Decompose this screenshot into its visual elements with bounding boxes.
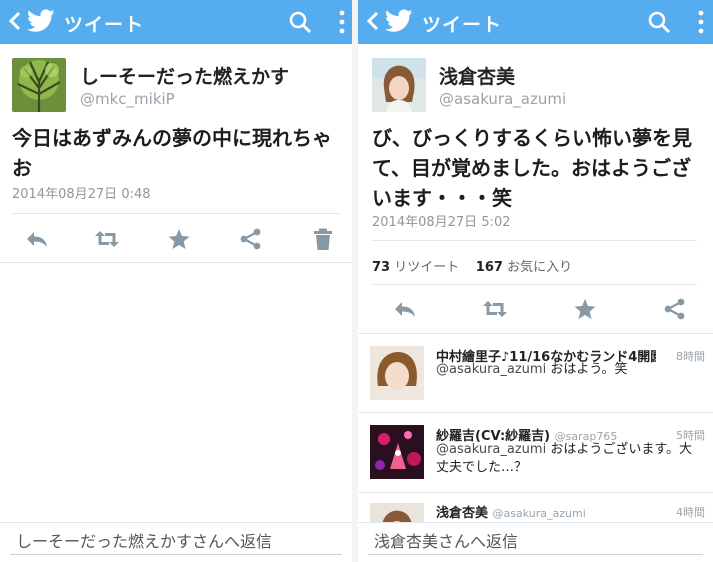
reply-button[interactable] [24, 227, 50, 251]
reply-avatar[interactable] [370, 503, 424, 523]
reply-avatar[interactable] [370, 346, 424, 400]
reply-bar [358, 522, 713, 562]
divider [372, 284, 697, 285]
twitter-bird-icon [385, 9, 413, 32]
reply-tweet[interactable]: 浅倉杏美 @asakura_azumi 4時間 [358, 493, 713, 523]
reply-tweet[interactable]: 紗羅吉(CV:紗羅吉) @sarap765 5時間 @asakura_azumi… [358, 413, 713, 491]
page-title: ツイート [422, 14, 503, 36]
reply-time: 4時間 [676, 506, 705, 519]
tweet-detail-panel-right: ツイート 浅倉杏美 @asakura_azumi び、びっくりするくらい怖い夢を… [358, 0, 713, 562]
delete-icon [314, 228, 332, 250]
tweet-text: 今日はあずみんの夢の中に現れちゃお [12, 126, 332, 180]
share-button[interactable] [238, 227, 264, 251]
reply-mention[interactable]: @asakura_azumi [436, 442, 546, 457]
favorite-icon [574, 299, 596, 319]
search-icon[interactable] [647, 10, 671, 34]
reply-author-handle[interactable]: @asakura_azumi [493, 507, 586, 520]
tweet-time: 0:48 [121, 187, 151, 202]
top-app-bar: ツイート [358, 0, 713, 44]
reply-text: @asakura_azumi おはよう。笑 [436, 362, 628, 377]
tweet-date: 2014年08月27日 [12, 187, 118, 202]
reply-button[interactable] [392, 297, 418, 321]
reply-icon [395, 302, 415, 317]
reply-icon [27, 232, 47, 247]
retweet-button[interactable] [94, 227, 120, 251]
author-avatar[interactable] [372, 58, 426, 112]
reply-input[interactable] [10, 529, 342, 555]
tweet-date: 2014年08月27日 [372, 215, 478, 230]
favorite-button[interactable] [166, 227, 192, 251]
author-display-name[interactable]: しーそーだった燃えかす [80, 62, 289, 89]
favorite-button[interactable] [572, 297, 598, 321]
share-button[interactable] [662, 297, 688, 321]
author-display-name[interactable]: 浅倉杏美 [439, 62, 515, 89]
tweet-stats: 73 リツイート 167 お気に入り [372, 256, 572, 275]
reply-text: @asakura_azumi おはようございます。大丈夫でした…？ [436, 442, 693, 475]
search-icon[interactable] [288, 10, 312, 34]
reply-author-name[interactable]: 浅倉杏美 @asakura_azumi [436, 502, 586, 521]
divider [372, 240, 697, 241]
tweet-timestamp: 2014年08月27日 5:02 [372, 211, 511, 230]
reply-tweet[interactable]: 中村繪里子♪11/16なかむランド4開園 8時間 @asakura_azumi … [358, 334, 713, 412]
reply-mention[interactable]: @asakura_azumi [436, 362, 546, 377]
favorite-icon [168, 229, 190, 249]
tweet-timestamp: 2014年08月27日 0:48 [12, 183, 151, 202]
reply-input[interactable] [368, 529, 703, 555]
reply-bar [0, 522, 352, 562]
page-title: ツイート [64, 14, 145, 36]
author-avatar[interactable] [12, 58, 66, 112]
retweet-icon [483, 301, 507, 317]
tweet-text: び、びっくりするくらい怖い夢を見て、目が覚めました。おはようございます・・・笑 [372, 126, 692, 210]
tweet-detail-panel-left: ツイート しーそーだった燃えかす @mkc_mikiP 今日はあずみんの夢の中に… [0, 0, 352, 562]
retweet-icon [95, 231, 119, 247]
retweets-stat[interactable]: 73 リツイート [372, 260, 459, 275]
author-handle[interactable]: @mkc_mikiP [80, 90, 175, 108]
author-handle[interactable]: @asakura_azumi [439, 90, 566, 108]
overflow-menu-icon[interactable] [338, 8, 346, 36]
favorites-stat[interactable]: 167 お気に入り [476, 260, 572, 275]
retweet-button[interactable] [482, 297, 508, 321]
divider [0, 262, 352, 263]
reply-avatar[interactable] [370, 425, 424, 479]
top-app-bar: ツイート [0, 0, 352, 44]
share-icon [664, 298, 685, 320]
twitter-bird-icon [27, 9, 55, 32]
overflow-menu-icon[interactable] [697, 8, 705, 36]
share-icon [240, 228, 261, 250]
tweet-time: 5:02 [481, 215, 511, 230]
back-arrow-icon[interactable] [8, 11, 22, 31]
divider [12, 213, 340, 214]
delete-button[interactable] [310, 227, 336, 251]
back-arrow-icon[interactable] [366, 11, 380, 31]
